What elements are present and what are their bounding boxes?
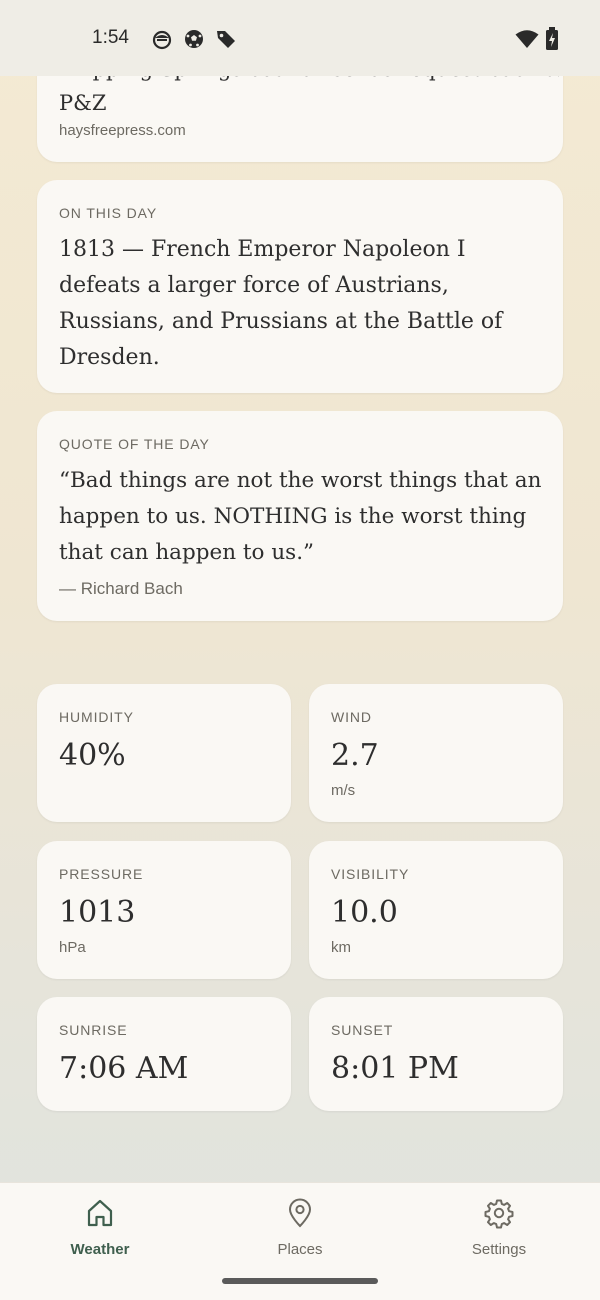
main-scroll-area[interactable]: Dripping Springs council sends request b… [0, 0, 600, 1182]
soccer-ball-icon [185, 30, 203, 48]
on-this-day-card: ON THIS DAY 1813 — French Emperor Napole… [37, 180, 563, 393]
status-time: 1:54 [92, 27, 129, 48]
wind-value: 2.7 [331, 738, 379, 773]
wifi-icon [515, 30, 539, 48]
sunrise-card: SUNRISE 7:06 AM [37, 997, 291, 1111]
visibility-card: VISIBILITY 10.0 km [309, 841, 563, 979]
sunrise-value: 7:06 AM [59, 1051, 189, 1086]
pressure-value: 1013 [59, 895, 136, 930]
pressure-label: PRESSURE [59, 866, 144, 882]
nav-item-settings[interactable]: Settings [429, 1197, 569, 1267]
nav-label-places: Places [277, 1241, 323, 1258]
gear-icon [484, 1199, 514, 1229]
wind-unit: m/s [331, 782, 356, 799]
nav-item-weather[interactable]: Weather [30, 1197, 170, 1267]
wind-card: WIND 2.7 m/s [309, 684, 563, 822]
humidity-card: HUMIDITY 40% [37, 684, 291, 822]
on-this-day-text: 1813 — French Emperor Napoleon I defeats… [59, 237, 503, 370]
visibility-unit: km [331, 939, 351, 956]
pressure-card: PRESSURE 1013 hPa [37, 841, 291, 979]
location-pin-icon [288, 1198, 312, 1228]
battery-charging-icon [546, 27, 558, 50]
quote-of-day-label: QUOTE OF THE DAY [59, 436, 210, 452]
news-headline-end: P&Z [59, 91, 107, 115]
sunset-card: SUNSET 8:01 PM [309, 997, 563, 1111]
tag-icon [217, 31, 235, 48]
nav-label-weather: Weather [70, 1241, 130, 1258]
pressure-unit: hPa [59, 939, 86, 956]
sunset-label: SUNSET [331, 1022, 394, 1038]
news-source: haysfreepress.com [59, 122, 186, 139]
sunset-value: 8:01 PM [331, 1051, 459, 1086]
humidity-value: 40% [59, 738, 126, 773]
nav-item-places[interactable]: Places [230, 1197, 370, 1267]
status-bar: 1:54 [0, 0, 600, 76]
quote-of-day-card: QUOTE OF THE DAY “Bad things are not the… [37, 411, 563, 621]
quote-text: “Bad things are not the worst things tha… [59, 468, 542, 565]
cat-face-icon [152, 30, 172, 50]
visibility-value: 10.0 [331, 895, 398, 930]
quote-author: — Richard Bach [59, 579, 183, 598]
home-indicator[interactable] [222, 1278, 378, 1284]
humidity-label: HUMIDITY [59, 709, 134, 725]
sunrise-label: SUNRISE [59, 1022, 128, 1038]
wind-label: WIND [331, 709, 372, 725]
on-this-day-label: ON THIS DAY [59, 205, 158, 221]
nav-label-settings: Settings [471, 1241, 527, 1258]
home-icon [87, 1199, 113, 1227]
visibility-label: VISIBILITY [331, 866, 410, 882]
